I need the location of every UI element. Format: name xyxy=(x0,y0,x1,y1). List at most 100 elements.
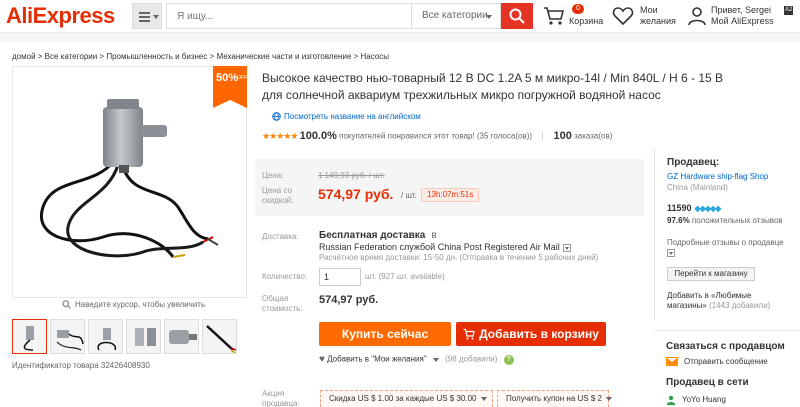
help-icon[interactable]: ? xyxy=(503,354,514,365)
sale-price: 574,97 руб. xyxy=(318,186,394,202)
translate-title-link[interactable]: Посмотреть название на английском xyxy=(272,112,421,122)
thumbnail[interactable] xyxy=(164,319,199,354)
product-id: Идентификатор товара 32426408930 xyxy=(12,361,150,370)
cart-plus-icon xyxy=(463,328,475,340)
seller-promo-label: Акция продавца: xyxy=(262,389,300,407)
heart-icon xyxy=(612,7,634,26)
search-button[interactable] xyxy=(501,3,533,29)
total-label: Общая стоимость: xyxy=(262,294,303,313)
chevron-down-icon[interactable] xyxy=(432,357,439,362)
discount-tag: 50% OFF xyxy=(213,66,247,108)
thumbnail-image xyxy=(206,325,236,353)
thumbnail[interactable] xyxy=(126,319,161,354)
send-message-text: Отправить сообщение xyxy=(684,357,768,366)
seller-title: Продавец: xyxy=(667,157,720,168)
seller-score-value: 11590 xyxy=(667,203,692,213)
thumbnail[interactable] xyxy=(202,319,237,354)
translate-link-text: Посмотреть название на английском xyxy=(284,112,421,121)
globe-icon xyxy=(272,112,281,122)
thumbnail-image xyxy=(135,328,156,346)
cart-link[interactable]: 0 Корзина xyxy=(543,4,603,30)
rating-divider xyxy=(542,131,544,141)
add-to-wishlist[interactable]: ♥ Добавить в "Мои желания" (98 добавили)… xyxy=(319,354,514,365)
detailed-feedback-link[interactable]: Подробные отзывы о продавце xyxy=(667,238,787,258)
contact-seller-title: Связаться с продавцом xyxy=(666,341,785,352)
user-greeting: Привет, Sergei xyxy=(711,5,772,15)
account-menu[interactable]: Привет, Sergei A2 Мой AliExpress xyxy=(687,4,800,32)
orders-count: 100 xyxy=(553,130,572,142)
coupon-get-text: Получить купон на US $ 2 xyxy=(506,394,602,403)
positive-feedback: 97.6% положительных отзывов xyxy=(667,216,787,226)
my-aliexpress-link[interactable]: Мой AliExpress xyxy=(711,16,774,26)
breadcrumb[interactable]: домой > Все категории > Промышленность и… xyxy=(12,52,389,61)
thumbnail[interactable] xyxy=(50,319,85,354)
header-divider xyxy=(0,32,800,42)
sale-price-label: Цена со скидкой: xyxy=(262,186,294,205)
logo-text: AliExpress xyxy=(6,3,115,28)
price-box: Цена: 1 149,93 руб. / шт. Цена со скидко… xyxy=(255,159,644,216)
thumbnail-image xyxy=(169,330,197,344)
discount-off-label: OFF xyxy=(237,75,247,81)
add-to-favorite-stores[interactable]: Добавить в «Любимые магазины» (1443 доба… xyxy=(667,291,791,311)
cart-label: Корзина xyxy=(569,16,604,26)
wishlist-count: (98 добавили) xyxy=(445,354,498,364)
search-input[interactable] xyxy=(166,3,411,29)
rating-stars[interactable]: ★★★★★ xyxy=(262,131,298,142)
thumbnail[interactable] xyxy=(88,319,123,354)
envelope-icon xyxy=(666,357,678,367)
orders-label: заказа(ов) xyxy=(574,131,613,141)
free-shipping-text: Бесплатная доставка xyxy=(319,230,426,241)
zoom-hint-text: Наведите курсор, чтобы увеличить xyxy=(75,300,206,309)
search-category-label: Все категории xyxy=(422,10,488,21)
discount-percent: 50% xyxy=(216,72,239,84)
user-icon xyxy=(688,7,706,26)
aliexpress-logo[interactable]: AliExpress xyxy=(6,3,115,29)
quantity-input[interactable] xyxy=(319,268,361,286)
shipping-method[interactable]: Russian Federation службой China Post Re… xyxy=(319,242,571,252)
wishlist-link[interactable]: Мои желания xyxy=(612,4,682,32)
buy-now-button[interactable]: Купить сейчас xyxy=(319,322,451,346)
member-level-badge: A2 xyxy=(784,6,794,15)
online-user-name: YoYo Huang xyxy=(682,395,726,405)
menu-icon xyxy=(139,12,150,22)
add-to-cart-label: Добавить в корзину xyxy=(479,327,599,341)
thumbnail-image xyxy=(23,326,34,351)
chevron-down-icon xyxy=(667,248,675,257)
seller-score[interactable]: 11590 ◆◆◆◆◆ xyxy=(667,203,721,213)
chevron-down-icon xyxy=(480,396,487,401)
chevron-down-icon[interactable] xyxy=(562,243,571,252)
shipping-label: Доставка: xyxy=(262,232,299,241)
wishlist-action-text: Добавить в "Мои желания" xyxy=(327,354,427,364)
store-name-link[interactable]: GZ Hardware ship-flag Shop xyxy=(667,172,768,181)
pump-image xyxy=(39,99,219,258)
detailed-feedback-text: Подробные отзывы о продавце xyxy=(667,238,784,247)
coupon-discount[interactable]: Скидка US $ 1.00 за каждые US $ 30.00 xyxy=(320,390,493,407)
online-seller-user[interactable]: YoYo Huang xyxy=(666,395,726,405)
delivery-time: Расчётное время доставки: 15-50 дн. (Отп… xyxy=(319,253,599,262)
shipping-to-word: в xyxy=(431,230,437,241)
cart-icon xyxy=(544,7,565,25)
coupon-get[interactable]: Получить купон на US $ 2 xyxy=(497,390,612,407)
rating-text[interactable]: покупателей понравился этот товар! (35 г… xyxy=(339,132,532,141)
thumbnail-image xyxy=(56,330,84,351)
main-product-image[interactable] xyxy=(12,66,247,298)
feedback-percent: 97.6% xyxy=(667,216,690,225)
wishlist-label-line1: Мои xyxy=(640,5,658,15)
wishlist-label: Мои желания xyxy=(640,5,676,27)
search-category-select[interactable]: Все категории xyxy=(411,3,501,29)
price-label: Цена: xyxy=(262,171,284,180)
add-to-cart-button[interactable]: Добавить в корзину xyxy=(456,322,606,346)
thumbnail[interactable] xyxy=(12,319,47,354)
go-to-store-button[interactable]: Перейти к магазину xyxy=(667,267,755,281)
cart-count-badge: 0 xyxy=(572,4,584,14)
thumbnail-image xyxy=(97,328,116,351)
quantity-label: Количество: xyxy=(262,272,308,281)
feedback-text: положительных отзывов xyxy=(691,216,783,225)
shipping-method-text: Russian Federation службой China Post Re… xyxy=(319,242,560,252)
send-message-link[interactable]: Отправить сообщение xyxy=(666,357,768,367)
categories-menu-button[interactable] xyxy=(132,3,162,29)
search-icon xyxy=(509,8,525,24)
seller-info-panel: Продавец: GZ Hardware ship-flag Shop Chi… xyxy=(654,148,800,320)
favorite-stores-count: (1443 добавили) xyxy=(709,301,771,310)
zoom-hint: Наведите курсор, чтобы увеличить xyxy=(62,300,206,310)
